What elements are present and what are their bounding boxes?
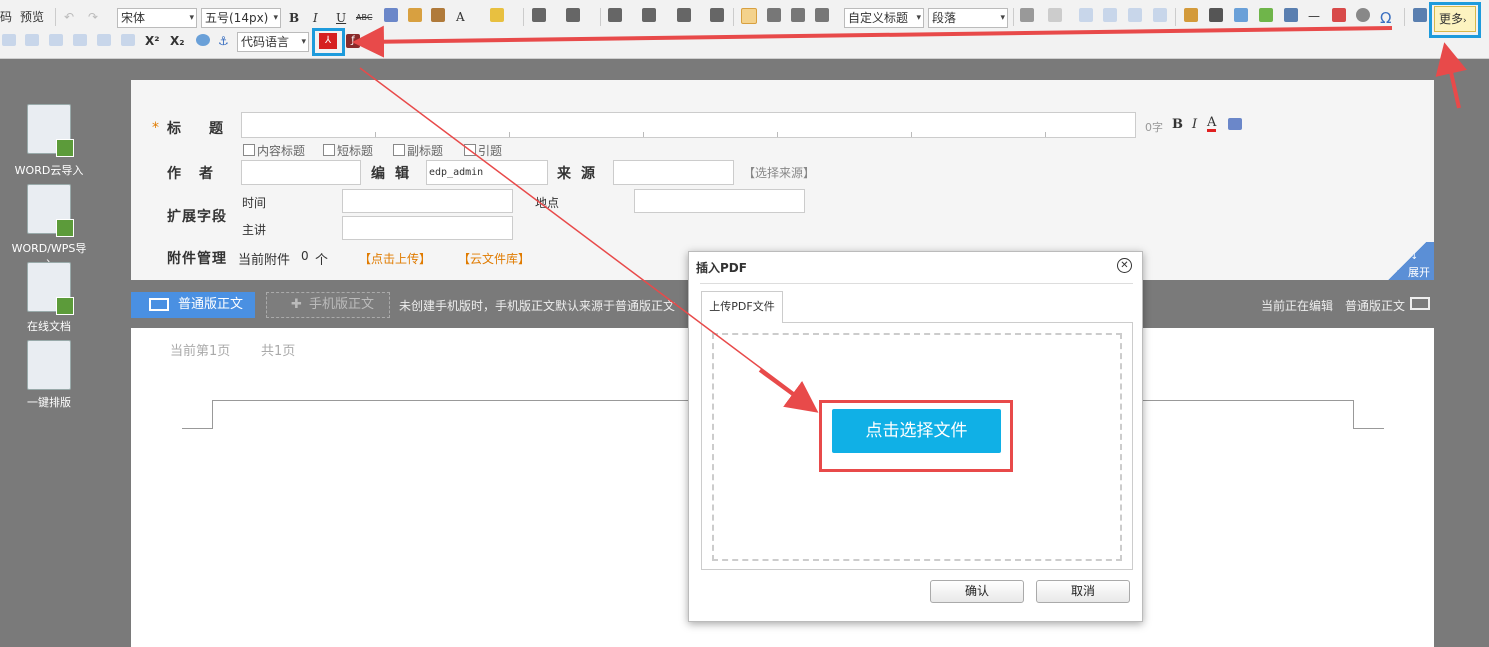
arrow-to-more — [1435, 42, 1467, 109]
arrow-pdf-to-dialog — [359, 67, 811, 406]
arrow-pdf-to-dialog-head — [758, 368, 819, 413]
annotation-arrows — [352, 25, 1467, 413]
arrow-more-to-pdf — [352, 25, 1393, 58]
tab-upload-pdf[interactable]: 上传PDF文件 — [701, 291, 783, 323]
tab-label: 上传PDF文件 — [709, 300, 775, 313]
